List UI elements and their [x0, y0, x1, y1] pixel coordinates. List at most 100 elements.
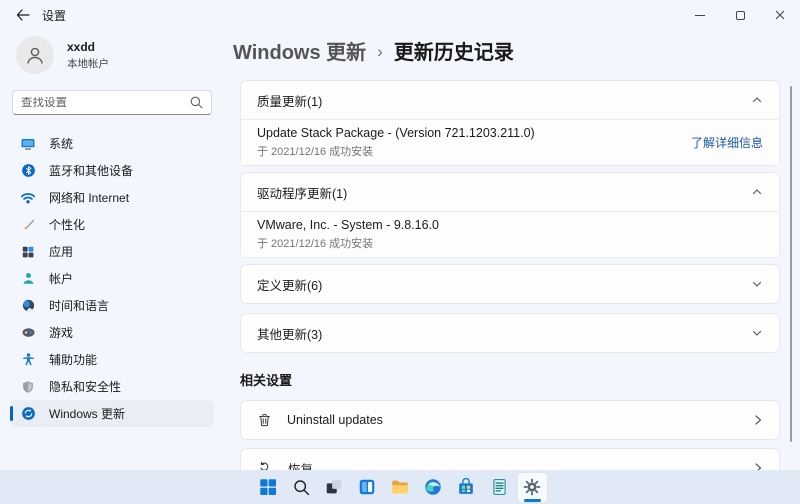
widgets-button[interactable] — [353, 473, 382, 502]
sidebar-item-label: 隐私和安全性 — [49, 380, 122, 394]
settings-taskbar-button[interactable] — [517, 472, 547, 502]
quality-updates-group: 质量更新(1) Update Stack Package - (Version … — [240, 80, 780, 166]
sidebar: xxdd 本地帐户 系统 蓝牙和其他设备 网络和 Internet — [0, 30, 226, 427]
search-box[interactable] — [12, 90, 212, 115]
sidebar-item-windows-update[interactable]: Windows 更新 — [10, 400, 214, 427]
sidebar-item-label: 游戏 — [49, 326, 74, 340]
search-icon — [293, 479, 309, 495]
sidebar-item-gaming[interactable]: 游戏 — [10, 319, 214, 346]
taskbar — [0, 470, 800, 504]
sidebar-item-personalization[interactable]: 个性化 — [10, 211, 214, 238]
chevron-up-icon — [751, 94, 763, 106]
search-icon — [190, 96, 203, 109]
edge-icon — [425, 479, 441, 495]
file-explorer-button[interactable] — [386, 473, 415, 502]
back-button[interactable] — [14, 6, 32, 24]
task-view-icon — [326, 479, 342, 494]
close-icon — [775, 10, 785, 20]
sidebar-item-system[interactable]: 系统 — [10, 130, 214, 157]
apps-icon — [20, 244, 36, 260]
windows-update-icon — [20, 406, 36, 422]
maximize-button[interactable] — [720, 0, 760, 30]
definition-updates-group: 定义更新(6) — [240, 264, 780, 304]
profile-type: 本地帐户 — [67, 57, 109, 70]
accessibility-icon — [20, 352, 36, 368]
time-language-icon — [20, 298, 36, 314]
breadcrumb-current: 更新历史记录 — [393, 42, 514, 64]
vertical-scrollbar[interactable] — [790, 86, 792, 442]
update-status: 于 2021/12/16 成功安装 — [257, 146, 374, 158]
store-button[interactable] — [452, 473, 481, 502]
uninstall-updates-button[interactable]: Uninstall updates — [240, 400, 780, 440]
sidebar-item-privacy[interactable]: 隐私和安全性 — [10, 373, 214, 400]
trash-icon — [259, 414, 270, 427]
update-title: Update Stack Package - (Version 721.1203… — [257, 126, 535, 140]
sidebar-item-accessibility[interactable]: 辅助功能 — [10, 346, 214, 373]
other-updates-header[interactable]: 其他更新(3) — [241, 314, 779, 352]
chevron-up-icon — [751, 186, 763, 198]
journal-button[interactable] — [485, 473, 514, 502]
sidebar-item-bluetooth[interactable]: 蓝牙和其他设备 — [10, 157, 214, 184]
avatar — [16, 36, 54, 74]
breadcrumb-separator: › — [377, 41, 383, 61]
minimize-button[interactable] — [680, 0, 720, 30]
search-input[interactable] — [21, 96, 190, 109]
driver-updates-header[interactable]: 驱动程序更新(1) — [241, 173, 779, 211]
sidebar-item-apps[interactable]: 应用 — [10, 238, 214, 265]
driver-updates-label: 驱动程序更新(1) — [257, 186, 348, 201]
sidebar-item-label: 系统 — [49, 137, 74, 151]
update-row-quality: Update Stack Package - (Version 721.1203… — [241, 119, 779, 165]
sidebar-item-label: 蓝牙和其他设备 — [49, 164, 134, 178]
windows-start-icon — [260, 479, 276, 495]
update-title: VMware, Inc. - System - 9.8.16.0 — [257, 218, 440, 232]
accounts-icon — [20, 271, 36, 287]
bluetooth-icon — [20, 163, 36, 179]
sidebar-item-label: 网络和 Internet — [49, 191, 130, 205]
close-button[interactable] — [760, 0, 800, 30]
personalization-icon — [20, 217, 36, 233]
uninstall-updates-label: Uninstall updates — [287, 413, 383, 427]
journal-icon — [492, 479, 506, 495]
titlebar: 设置 — [0, 0, 800, 30]
person-icon — [27, 47, 43, 64]
gaming-icon — [20, 325, 36, 341]
update-status: 于 2021/12/16 成功安装 — [257, 238, 374, 250]
privacy-icon — [20, 379, 36, 395]
microsoft-store-icon — [459, 477, 473, 494]
sidebar-item-accounts[interactable]: 帐户 — [10, 265, 214, 292]
widgets-icon — [359, 479, 375, 495]
sidebar-item-label: 帐户 — [49, 272, 74, 286]
other-updates-label: 其他更新(3) — [257, 327, 323, 342]
task-view-button[interactable] — [320, 473, 349, 502]
definition-updates-label: 定义更新(6) — [257, 278, 323, 293]
file-explorer-icon — [392, 480, 408, 494]
sidebar-item-time-language[interactable]: 时间和语言 — [10, 292, 214, 319]
back-arrow-icon — [16, 9, 30, 21]
related-settings-heading: 相关设置 — [240, 373, 293, 388]
minimize-icon — [695, 14, 705, 16]
quality-updates-label: 质量更新(1) — [257, 94, 323, 109]
update-history-content: 质量更新(1) Update Stack Package - (Version … — [240, 80, 780, 496]
sidebar-item-label: 个性化 — [49, 218, 86, 232]
network-icon — [20, 190, 36, 206]
profile[interactable]: xxdd 本地帐户 — [10, 32, 214, 88]
driver-updates-group: 驱动程序更新(1) VMware, Inc. - System - 9.8.16… — [240, 172, 780, 258]
window-title: 设置 — [42, 8, 67, 23]
edge-button[interactable] — [419, 473, 448, 502]
other-updates-group: 其他更新(3) — [240, 313, 780, 353]
definition-updates-header[interactable]: 定义更新(6) — [241, 265, 779, 303]
breadcrumb-root[interactable]: Windows 更新 — [233, 36, 366, 65]
sidebar-item-label: 时间和语言 — [49, 299, 110, 313]
chevron-right-icon — [753, 414, 763, 426]
start-button[interactable] — [254, 473, 283, 502]
system-icon — [20, 136, 36, 152]
sidebar-item-label: 辅助功能 — [49, 353, 98, 367]
learn-more-link[interactable]: 了解详细信息 — [691, 134, 763, 151]
sidebar-item-network[interactable]: 网络和 Internet — [10, 184, 214, 211]
chevron-down-icon — [751, 278, 763, 290]
sidebar-item-label: 应用 — [49, 245, 74, 259]
sidebar-item-label: Windows 更新 — [49, 407, 126, 421]
page-title-breadcrumb: Windows 更新 › 更新历史记录 — [233, 36, 514, 65]
quality-updates-header[interactable]: 质量更新(1) — [241, 81, 779, 119]
taskbar-search-button[interactable] — [287, 473, 316, 502]
